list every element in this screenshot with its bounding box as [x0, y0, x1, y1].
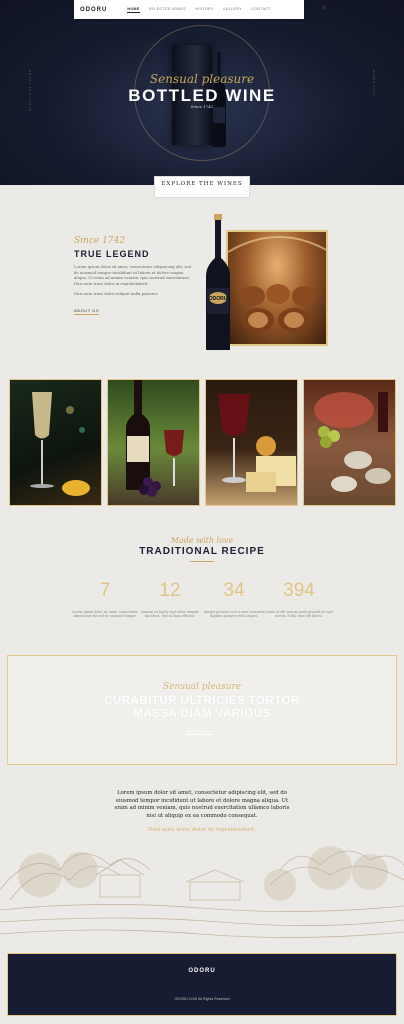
nav-item-home[interactable]: HOME: [127, 7, 140, 13]
footer: ODORU ODORU.COM All Rights Reserved: [7, 953, 397, 1016]
banner-tagline: Sensual pleasure: [162, 682, 242, 692]
stat-value: 12: [159, 580, 181, 601]
footer-copyright: ODORU.COM All Rights Reserved: [174, 997, 230, 1001]
svg-text:ODORU: ODORU: [209, 296, 228, 302]
main-menu: HOME SELECTED WINES HISTORY GALLERY CONT…: [127, 7, 271, 13]
nav-item-gallery[interactable]: GALLERY: [223, 7, 242, 13]
stat-item: 7 Lorem ipsum dolor sit amet, consectetu…: [70, 580, 140, 619]
gallery-photo-wine-cheese[interactable]: [205, 379, 298, 506]
search-icon[interactable]: ⌕: [314, 5, 317, 11]
gallery-photo-seafood[interactable]: [303, 379, 396, 506]
about-us-button[interactable]: ABOUT US: [74, 308, 100, 315]
nav-item-selected-wines[interactable]: SELECTED WINES: [149, 7, 186, 13]
wine-cellar-image: [226, 230, 328, 346]
stat-value: 394: [283, 580, 315, 601]
recipe-tagline: Made with love: [170, 536, 234, 545]
hero-tagline: Sensual pleasure: [149, 72, 255, 86]
hero-title: BOTTLED WINE: [128, 86, 276, 105]
hero-subtitle: Since 1742: [190, 104, 214, 109]
banner-title-line: MASSA DIAM VARIOUS: [133, 708, 271, 720]
stat-value: 7: [99, 580, 111, 601]
explore-wines-button[interactable]: EXPLORE THE WINES: [154, 176, 250, 198]
legend-bottle-image: ODORU: [206, 214, 230, 350]
vineyard-sketch-image: [0, 846, 404, 938]
stat-item: 394 Donec id elit non mi porta gravida a…: [264, 580, 334, 619]
stat-text: Lorem ipsum dolor sit amet, consectetur …: [72, 610, 138, 619]
promo-banner: Sensual pleasure CURABITUR ULTRICIES TOR…: [7, 655, 397, 765]
stat-value: 34: [223, 580, 245, 601]
footer-logo[interactable]: ODORU: [8, 968, 396, 974]
gallery-photo-red-wine[interactable]: [107, 379, 200, 506]
legend-title: TRUE LEGEND: [74, 249, 150, 259]
stat-item: 34 Integer posuere erat a ante venenatis…: [199, 580, 269, 619]
recipe-title: TRADITIONAL RECIPE: [139, 546, 265, 557]
cart-icon[interactable]: ▣: [322, 5, 327, 11]
logo[interactable]: ODORU: [80, 7, 107, 13]
nav-icons: ⌕ ▣: [314, 5, 327, 11]
legend-text: Lorem ipsum dolor sit amet, consectetur …: [74, 264, 192, 286]
hero-section: ENJOY THE TASTE SINCE 1742 Sensual pleas…: [0, 0, 404, 185]
gallery-photo-champagne[interactable]: [9, 379, 102, 506]
quote-text: Lorem ipsum dolor sit amet, consectetur …: [114, 790, 290, 819]
nav-item-history[interactable]: HISTORY: [195, 7, 214, 13]
banner-title-line: CURABITUR ULTRICIES TORTOR: [104, 695, 300, 707]
legend-since: Since 1742: [74, 236, 125, 246]
nav-item-contact[interactable]: CONTACT: [251, 7, 271, 13]
divider: [190, 561, 214, 562]
top-navbar: ODORU HOME SELECTED WINES HISTORY GALLER…: [74, 0, 327, 19]
legend-subtext: Duis aute irure dolor reliquit nulla par…: [74, 291, 159, 296]
stat-text: Donec id elit non mi porta gravida at eg…: [265, 610, 333, 619]
banner-title: CURABITUR ULTRICIES TORTOR MASSA DIAM VA…: [8, 695, 396, 721]
stat-item: 12 Aenean eu ligula eget dolor semper ti…: [135, 580, 205, 619]
read-more-button[interactable]: READ MORE: [186, 730, 213, 735]
stat-text: Aenean eu ligula eget dolor semper tinci…: [141, 610, 199, 619]
stat-text: Integer posuere erat a ante venenatis da…: [203, 610, 265, 619]
